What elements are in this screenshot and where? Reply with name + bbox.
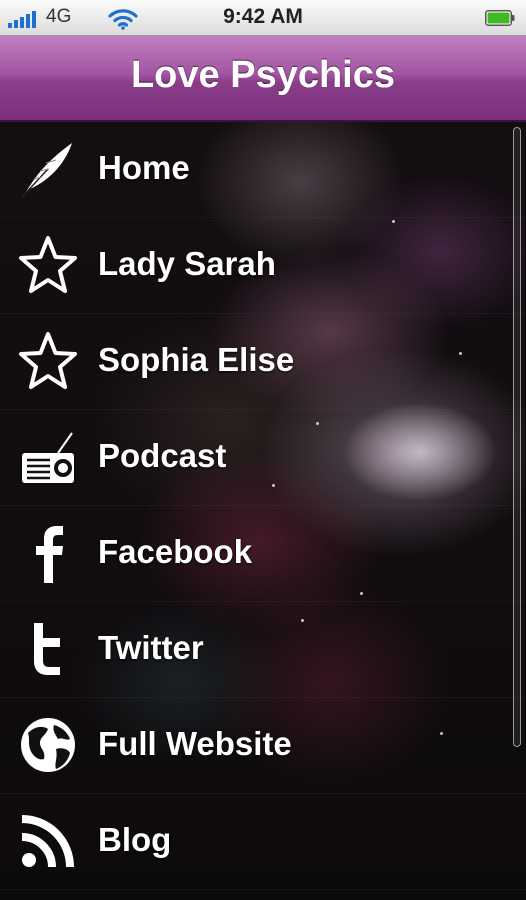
facebook-icon (18, 523, 78, 583)
menu-item-sophia-elise[interactable]: Sophia Elise (0, 314, 526, 410)
menu-item-label: Lady Sarah (98, 245, 276, 282)
menu-item-full-website[interactable]: Full Website (0, 698, 526, 794)
star-icon (18, 235, 78, 295)
feather-icon (18, 139, 78, 199)
twitter-icon (18, 619, 78, 679)
menu-item-label: Facebook (98, 533, 253, 570)
menu-item-label: Sophia Elise (98, 341, 295, 378)
menu-item-twitter[interactable]: Twitter (0, 602, 526, 698)
globe-icon (18, 715, 78, 775)
navigation-menu: Home Lady Sarah Sophia Elise Podcast Fac… (0, 122, 526, 890)
menu-item-facebook[interactable]: Facebook (0, 506, 526, 602)
menu-item-label: Podcast (98, 437, 227, 474)
page-title: Love Psychics (130, 54, 396, 96)
radio-icon (18, 427, 78, 487)
status-bar: 4G 9:42 AM (0, 0, 526, 36)
battery-icon (485, 10, 515, 26)
menu-item-blog[interactable]: Blog (0, 794, 526, 890)
status-time: 9:42 AM (223, 5, 303, 28)
menu-item-home[interactable]: Home (0, 122, 526, 218)
menu-item-label: Home (98, 149, 190, 186)
rss-icon (18, 811, 78, 871)
star-icon (18, 331, 78, 391)
menu-item-lady-sarah[interactable]: Lady Sarah (0, 218, 526, 314)
menu-item-label: Blog (98, 821, 172, 858)
menu-item-label: Twitter (98, 629, 204, 666)
menu-screen: Home Lady Sarah Sophia Elise Podcast Fac… (0, 122, 526, 900)
header-bar: Love Psychics (0, 36, 526, 122)
menu-item-label: Full Website (98, 725, 292, 762)
scrollbar[interactable] (513, 127, 521, 747)
menu-item-podcast[interactable]: Podcast (0, 410, 526, 506)
